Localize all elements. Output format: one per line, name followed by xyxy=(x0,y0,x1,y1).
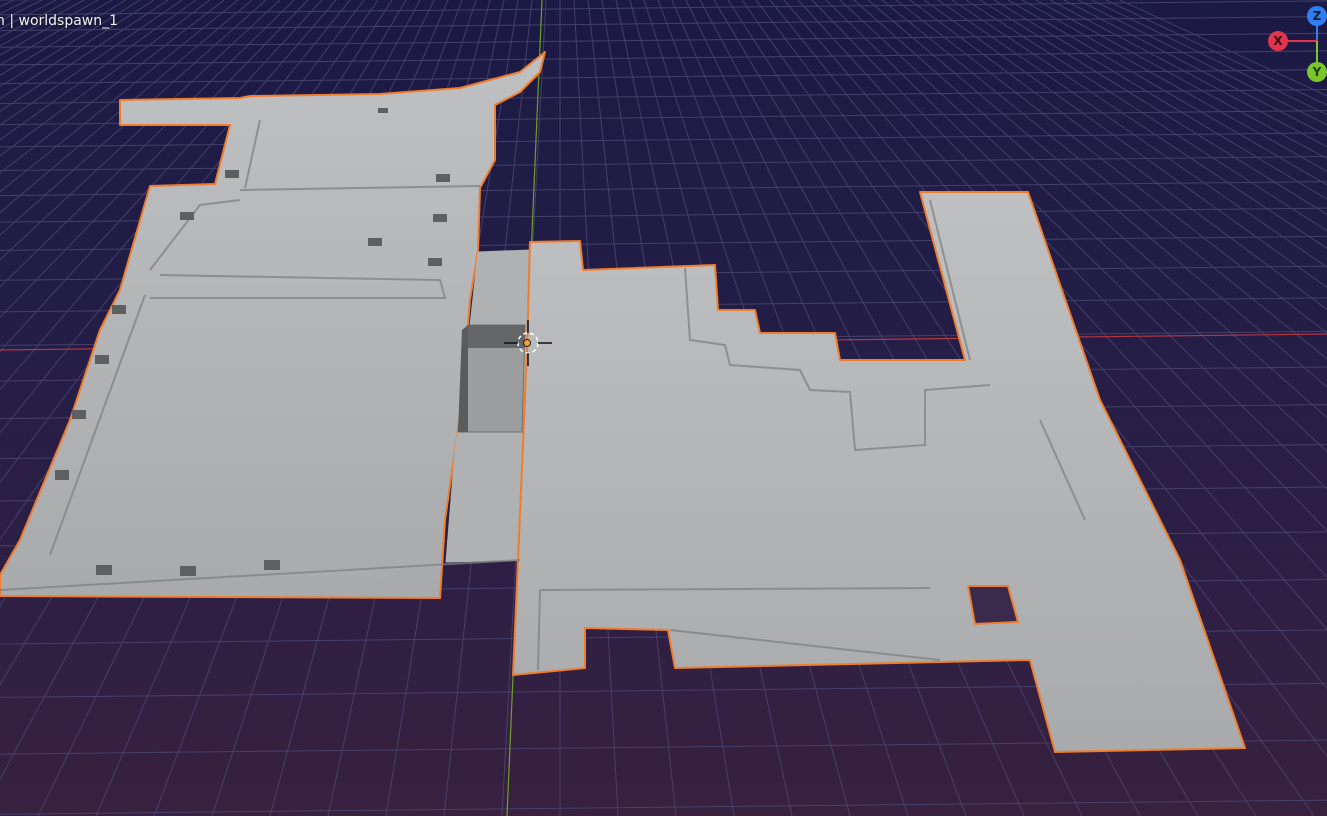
gizmo-z-axis[interactable]: Z xyxy=(1307,6,1327,26)
gizmo-x-axis[interactable]: X xyxy=(1268,31,1288,51)
mesh-right-section[interactable] xyxy=(512,191,1246,753)
gizmo-z-label: Z xyxy=(1313,9,1322,23)
grid-line xyxy=(0,69,1327,85)
gizmo-y-label: Y xyxy=(1312,65,1322,79)
grid-line xyxy=(0,0,43,22)
mesh-worldspawn[interactable] xyxy=(0,51,1246,753)
grid-line xyxy=(0,0,71,38)
viewport-object-info: n | worldspawn_1 xyxy=(0,13,119,29)
grid-line xyxy=(0,0,15,8)
viewport-canvas[interactable]: Z X Y xyxy=(0,0,1327,816)
grid-line xyxy=(0,132,1327,148)
gizmo-x-label: X xyxy=(1273,34,1283,48)
grid-line xyxy=(0,0,85,47)
mesh-hole xyxy=(966,585,1020,626)
gizmo-y-axis[interactable]: Y xyxy=(1307,62,1327,82)
grid-line xyxy=(0,799,1327,815)
grid-line xyxy=(0,0,57,30)
object-origin-icon[interactable] xyxy=(523,339,531,347)
3d-viewport[interactable]: Z X Y n | worldspawn_1 xyxy=(0,0,1327,816)
mesh-recess-wall xyxy=(468,325,525,348)
grid-line xyxy=(0,50,1327,66)
